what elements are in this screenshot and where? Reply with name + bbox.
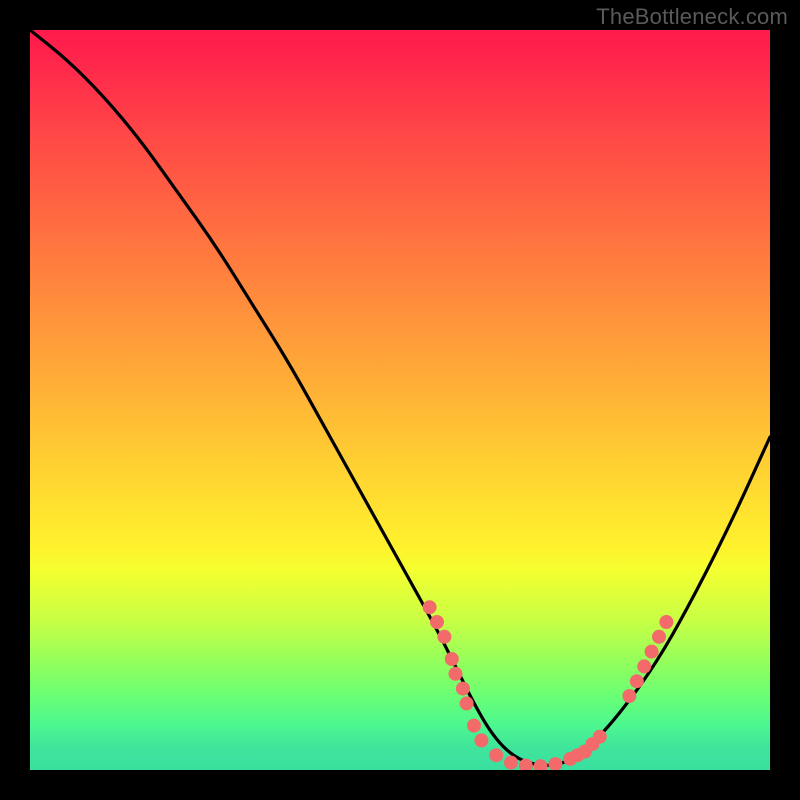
bottleneck-curve bbox=[30, 30, 770, 766]
data-point bbox=[449, 667, 463, 681]
watermark-text: TheBottleneck.com bbox=[596, 4, 788, 30]
data-point bbox=[645, 645, 659, 659]
data-point bbox=[423, 600, 437, 614]
data-point bbox=[571, 748, 585, 762]
data-point bbox=[430, 615, 444, 629]
data-point bbox=[593, 730, 607, 744]
data-point bbox=[504, 756, 518, 770]
plot-area bbox=[30, 30, 770, 770]
data-point bbox=[548, 757, 562, 770]
data-point bbox=[445, 652, 459, 666]
data-point bbox=[652, 630, 666, 644]
chart-svg bbox=[30, 30, 770, 770]
data-point bbox=[437, 630, 451, 644]
data-point bbox=[519, 759, 533, 770]
data-point bbox=[585, 737, 599, 751]
data-point bbox=[563, 752, 577, 766]
data-point bbox=[489, 748, 503, 762]
data-point bbox=[637, 659, 651, 673]
data-point bbox=[456, 682, 470, 696]
data-point bbox=[578, 745, 592, 759]
chart-container: TheBottleneck.com bbox=[0, 0, 800, 800]
data-point bbox=[622, 689, 636, 703]
data-point bbox=[659, 615, 673, 629]
data-point bbox=[467, 719, 481, 733]
data-point bbox=[630, 674, 644, 688]
data-point bbox=[460, 696, 474, 710]
data-point bbox=[474, 733, 488, 747]
data-point bbox=[534, 759, 548, 770]
data-points bbox=[423, 600, 674, 770]
